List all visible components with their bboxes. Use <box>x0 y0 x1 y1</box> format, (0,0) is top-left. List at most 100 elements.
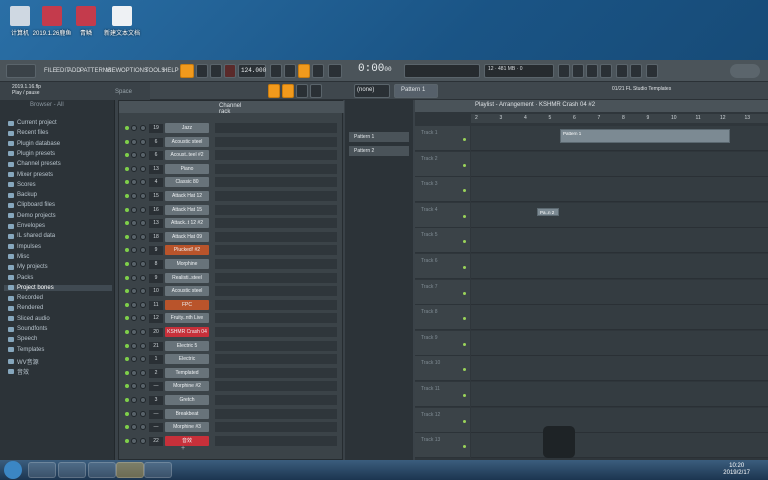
pan-knob[interactable] <box>131 383 137 390</box>
browser-item[interactable]: Sliced audio <box>8 316 50 322</box>
channel-name-button[interactable]: Attack..t 12 #2 <box>165 218 209 229</box>
pan-knob[interactable] <box>131 206 137 213</box>
track-header[interactable]: Track 12 <box>415 407 470 433</box>
pat-song-toggle[interactable] <box>180 64 194 78</box>
volume-knob[interactable] <box>140 193 146 199</box>
channel-row[interactable]: 19 Jazz <box>123 123 343 134</box>
mixer-track-number[interactable]: 16 <box>149 205 163 215</box>
step-grid[interactable] <box>215 327 337 337</box>
channel-name-button[interactable]: Gretch <box>165 395 209 405</box>
volume-knob[interactable] <box>140 261 146 267</box>
pattern-item-2[interactable]: Pattern 2 <box>349 146 409 156</box>
channel-led[interactable] <box>125 166 129 171</box>
channel-row[interactable]: 18 Attack Hat 09 <box>123 231 343 243</box>
volume-knob[interactable] <box>140 356 146 363</box>
channel-led[interactable] <box>125 262 129 266</box>
step-grid[interactable] <box>215 136 337 147</box>
mixer-track-number[interactable]: 10 <box>149 287 163 297</box>
mixer-track-number[interactable]: 3 <box>149 396 163 405</box>
mixer-track-number[interactable]: 11 <box>149 300 163 310</box>
clip-crash[interactable]: Pa..n 2 <box>537 208 559 216</box>
mixer-track-number[interactable]: 8 <box>149 260 163 269</box>
pan-knob[interactable] <box>131 301 137 308</box>
track-mute-dot[interactable] <box>463 445 466 449</box>
channel-led[interactable] <box>125 398 129 402</box>
taskbar-media[interactable] <box>88 462 116 478</box>
pan-knob[interactable] <box>131 288 137 295</box>
mixer-track-number[interactable]: — <box>149 409 163 419</box>
step-grid[interactable] <box>215 150 337 161</box>
pan-knob[interactable] <box>131 152 137 159</box>
volume-knob[interactable] <box>140 125 146 131</box>
mixer-track-number[interactable]: 9 <box>149 246 163 256</box>
pan-knob[interactable] <box>131 261 137 267</box>
channel-row[interactable]: — Breakbeat <box>123 408 343 420</box>
channel-row[interactable]: 16 Attack Hat 15 <box>123 204 343 216</box>
desktop-icon-mp3-2[interactable]: 青鳞 <box>66 6 106 37</box>
channel-led[interactable] <box>125 411 129 416</box>
track-header[interactable]: Track 5 <box>415 228 470 254</box>
track-header[interactable]: Track 8 <box>415 305 470 331</box>
browser-item[interactable]: Soundfonts <box>8 326 47 332</box>
track-header[interactable]: Track 3 <box>415 177 470 203</box>
draw-tool[interactable] <box>268 84 280 98</box>
volume-knob[interactable] <box>140 437 146 444</box>
add-channel-icon[interactable]: + <box>181 445 185 452</box>
channel-name-button[interactable]: Realisti..steel <box>165 272 209 283</box>
track-header[interactable]: Track 11 <box>415 382 470 407</box>
track-header[interactable]: Track 10 <box>415 356 470 382</box>
track-lane[interactable] <box>471 177 768 203</box>
channel-led[interactable] <box>125 384 129 389</box>
browser-item[interactable]: Mixer presets <box>8 172 53 178</box>
pan-knob[interactable] <box>131 424 137 431</box>
track-lane[interactable] <box>471 202 768 228</box>
mic-button[interactable] <box>586 64 598 78</box>
step-grid[interactable] <box>215 408 337 419</box>
pan-knob[interactable] <box>131 193 137 199</box>
pan-knob[interactable] <box>131 274 137 281</box>
window-controls[interactable] <box>6 64 36 78</box>
channel-led[interactable] <box>125 126 129 130</box>
browser-item[interactable]: Impulses <box>8 244 41 250</box>
channel-name-button[interactable]: Classic 80 <box>165 177 209 188</box>
channel-name-button[interactable]: Acoustic steel <box>165 136 209 147</box>
floating-widget[interactable] <box>543 426 575 458</box>
mixer-track-number[interactable]: 19 <box>149 124 163 133</box>
volume-knob[interactable] <box>140 247 146 254</box>
taskbar-explorer[interactable] <box>58 462 86 478</box>
channel-name-button[interactable]: Plucked! #2 <box>165 245 209 256</box>
chat-button[interactable] <box>646 64 658 78</box>
channel-row[interactable]: 15 Attack Hat 12 <box>123 191 343 202</box>
step-grid[interactable] <box>215 245 337 256</box>
mixer-track-number[interactable]: — <box>149 423 163 433</box>
track-lane[interactable] <box>471 305 768 331</box>
channel-row[interactable]: 20 KSHMR Crash 04 <box>123 327 343 338</box>
step-grid[interactable] <box>215 177 337 188</box>
menu-help[interactable]: HELP <box>163 68 179 74</box>
channel-row[interactable]: 2 Templated <box>123 367 343 379</box>
channel-row[interactable]: 11 FPC <box>123 299 343 311</box>
clip-pattern-1[interactable]: Pattern 1 <box>560 129 730 143</box>
volume-knob[interactable] <box>140 410 146 417</box>
step-grid[interactable] <box>215 422 337 433</box>
mixer-track-number[interactable]: 9 <box>149 273 163 283</box>
pan-knob[interactable] <box>131 410 137 417</box>
volume-knob[interactable] <box>140 138 146 145</box>
render-button[interactable] <box>630 64 642 78</box>
taskbar-fl-studio[interactable] <box>116 462 144 478</box>
channel-led[interactable] <box>125 425 129 430</box>
channel-row[interactable]: 21 Electric 5 <box>123 340 343 352</box>
mute-tool[interactable] <box>310 84 322 98</box>
step-grid[interactable] <box>215 218 337 229</box>
channel-name-button[interactable]: Electric <box>165 354 209 365</box>
volume-knob[interactable] <box>140 220 146 227</box>
mixer-track-number[interactable]: 1 <box>149 355 163 365</box>
loop-record-button[interactable] <box>328 64 342 78</box>
channel-row[interactable]: 22 音效 <box>123 435 343 447</box>
step-edit-button[interactable] <box>312 64 324 78</box>
channel-row[interactable]: 4 Classic 80 <box>123 177 343 188</box>
channel-led[interactable] <box>125 234 129 239</box>
track-lane[interactable] <box>471 382 768 407</box>
channel-name-button[interactable]: Electric 5 <box>165 340 209 351</box>
track-mute-dot[interactable] <box>463 240 466 244</box>
